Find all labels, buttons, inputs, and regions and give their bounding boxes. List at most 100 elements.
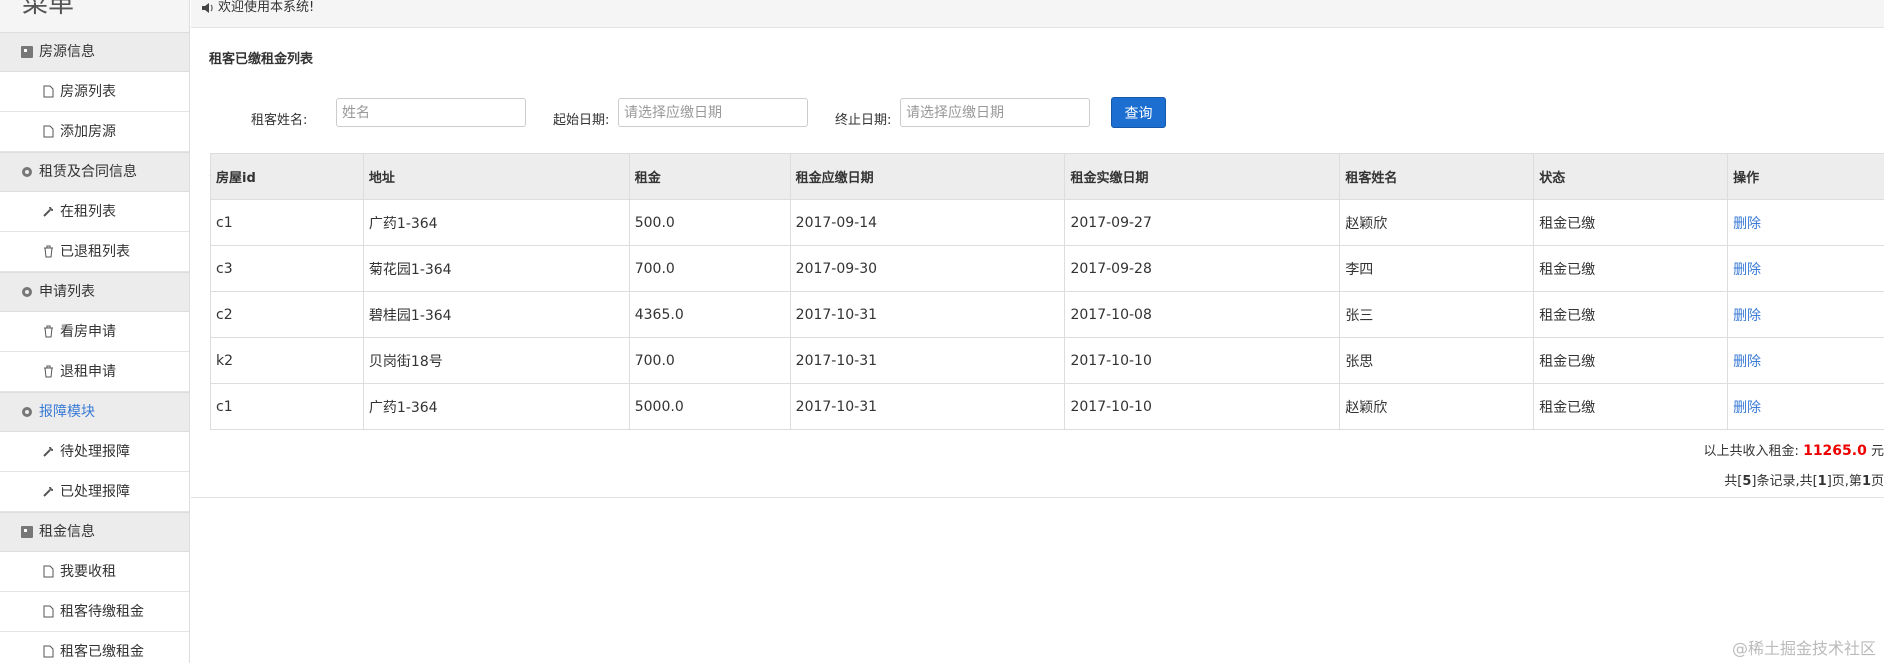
- column-header: 租金实缴日期: [1064, 153, 1341, 200]
- sidebar-group-house-info[interactable]: 房源信息: [0, 32, 189, 72]
- sidebar-item-label: 房源列表: [60, 83, 116, 100]
- sidebar-group-lease-contract[interactable]: 租赁及合同信息: [0, 152, 189, 192]
- sidebar-item-termination-requests[interactable]: 退租申请: [0, 352, 189, 392]
- summary-amount: 11265.0: [1803, 443, 1867, 459]
- cell-actions: 删除: [1727, 245, 1884, 292]
- cell-house-id: c1: [210, 199, 364, 246]
- start-date-input[interactable]: [618, 98, 808, 127]
- sidebar-item-paid-rent[interactable]: 租客已缴租金: [0, 632, 189, 663]
- column-header: 状态: [1533, 153, 1729, 200]
- cell-address: 广药1-364: [362, 383, 630, 430]
- query-button[interactable]: 查询: [1111, 97, 1166, 128]
- cell-rent: 500.0: [628, 199, 791, 246]
- wrench-icon: [43, 446, 54, 457]
- trash-icon: [44, 245, 53, 258]
- sidebar-group-label: 房源信息: [39, 44, 95, 60]
- cell-due-date: 2017-10-31: [789, 383, 1066, 430]
- page-title: 租客已缴租金列表: [209, 52, 314, 67]
- cell-paid-date: 2017-10-10: [1064, 383, 1341, 430]
- delete-link[interactable]: 删除: [1733, 354, 1761, 370]
- cell-house-id: k2: [210, 337, 364, 384]
- sidebar-item-terminated-list[interactable]: 已退租列表: [0, 232, 189, 272]
- sidebar-item-add-house[interactable]: 添加房源: [0, 112, 189, 152]
- pagination-text: ]条记录,共[: [1751, 474, 1818, 489]
- table-row: k2 贝岗街18号 700.0 2017-10-31 2017-10-10 张思…: [210, 337, 1884, 384]
- end-date-label: 终止日期:: [835, 113, 892, 128]
- delete-link[interactable]: 删除: [1733, 216, 1761, 232]
- sidebar-item-handled-faults[interactable]: 已处理报障: [0, 472, 189, 512]
- pagination-info: 共[5]条记录,共[1]页,第1页: [1724, 470, 1884, 489]
- cell-tenant-name: 赵颖欣: [1339, 383, 1535, 430]
- sidebar-group-label: 报障模块: [39, 404, 95, 420]
- cell-house-id: c2: [210, 291, 364, 338]
- sidebar-item-label: 添加房源: [60, 123, 116, 140]
- menu-title: 菜单: [22, 0, 75, 19]
- wrench-icon: [43, 206, 54, 217]
- cell-address: 碧桂园1-364: [362, 291, 630, 338]
- file-icon: [43, 85, 54, 98]
- end-date-input[interactable]: [900, 98, 1090, 127]
- sidebar-group-applications[interactable]: 申请列表: [0, 272, 189, 312]
- file-icon: [43, 605, 54, 618]
- tenant-name-label: 租客姓名:: [251, 113, 308, 128]
- pagination-text: ]页,第: [1826, 474, 1862, 489]
- file-icon: [43, 565, 54, 578]
- cell-paid-date: 2017-09-28: [1064, 245, 1341, 292]
- tenant-name-input[interactable]: [336, 98, 526, 127]
- cell-address: 广药1-364: [362, 199, 630, 246]
- cell-rent: 700.0: [628, 337, 791, 384]
- cell-actions: 删除: [1727, 383, 1884, 430]
- sidebar-item-renting-list[interactable]: 在租列表: [0, 192, 189, 232]
- current-page: 1: [1861, 474, 1871, 489]
- sidebar-group-label: 租金信息: [39, 524, 95, 540]
- cell-address: 贝岗街18号: [362, 337, 630, 384]
- column-header: 租金应缴日期: [789, 153, 1066, 200]
- sidebar-item-label: 已退租列表: [60, 243, 130, 260]
- cell-house-id: c1: [210, 383, 364, 430]
- sidebar-item-house-list[interactable]: 房源列表: [0, 72, 189, 112]
- delete-link[interactable]: 删除: [1733, 308, 1761, 324]
- main-panel: 租客已缴租金列表 租客姓名: 起始日期: 终止日期: 查询 房屋id 地址 租金…: [191, 28, 1884, 498]
- cell-due-date: 2017-10-31: [789, 291, 1066, 338]
- sidebar-item-label: 看房申请: [60, 323, 116, 340]
- sidebar-item-viewing-requests[interactable]: 看房申请: [0, 312, 189, 352]
- cell-rent: 5000.0: [628, 383, 791, 430]
- cell-actions: 删除: [1727, 337, 1884, 384]
- column-header: 租客姓名: [1339, 153, 1535, 200]
- delete-link[interactable]: 删除: [1733, 262, 1761, 278]
- cell-rent: 700.0: [628, 245, 791, 292]
- cell-status: 租金已缴: [1533, 291, 1729, 338]
- sidebar-item-label: 租客已缴租金: [60, 643, 144, 660]
- sidebar-item-label: 退租申请: [60, 363, 116, 380]
- trash-icon: [44, 325, 53, 338]
- sidebar: 菜单 房源信息 房源列表 添加房源 租赁及合同信息 在租列表 已退租列表 申请列…: [0, 0, 190, 663]
- cell-status: 租金已缴: [1533, 337, 1729, 384]
- cell-tenant-name: 赵颖欣: [1339, 199, 1535, 246]
- sidebar-group-rent-info[interactable]: 租金信息: [0, 512, 189, 552]
- cell-status: 租金已缴: [1533, 199, 1729, 246]
- topbar: 欢迎使用本系统!: [191, 0, 1884, 28]
- sidebar-item-label: 待处理报障: [60, 443, 130, 460]
- cell-paid-date: 2017-09-27: [1064, 199, 1341, 246]
- gear-icon: [22, 407, 32, 417]
- cell-status: 租金已缴: [1533, 383, 1729, 430]
- column-header: 地址: [362, 153, 630, 200]
- gear-icon: [22, 167, 32, 177]
- cell-paid-date: 2017-10-08: [1064, 291, 1341, 338]
- table-row: c1 广药1-364 500.0 2017-09-14 2017-09-27 赵…: [210, 199, 1884, 246]
- table-row: c1 广药1-364 5000.0 2017-10-31 2017-10-10 …: [210, 383, 1884, 430]
- file-icon: [43, 645, 54, 658]
- cell-actions: 删除: [1727, 291, 1884, 338]
- file-icon: [43, 125, 54, 138]
- sidebar-item-pending-faults[interactable]: 待处理报障: [0, 432, 189, 472]
- sidebar-item-collect-rent[interactable]: 我要收租: [0, 552, 189, 592]
- sidebar-item-unpaid-rent[interactable]: 租客待缴租金: [0, 592, 189, 632]
- pagination-text: 共[: [1724, 474, 1743, 489]
- delete-link[interactable]: 删除: [1733, 400, 1761, 416]
- sidebar-group-fault-reports[interactable]: 报障模块: [0, 392, 189, 432]
- summary-unit: 元: [1870, 444, 1884, 459]
- paid-rent-table: 房屋id 地址 租金 租金应缴日期 租金实缴日期 租客姓名 状态 操作 c1 广…: [210, 153, 1884, 430]
- cell-address: 菊花园1-364: [362, 245, 630, 292]
- table-row: c3 菊花园1-364 700.0 2017-09-30 2017-09-28 …: [210, 245, 1884, 292]
- gear-icon: [22, 287, 32, 297]
